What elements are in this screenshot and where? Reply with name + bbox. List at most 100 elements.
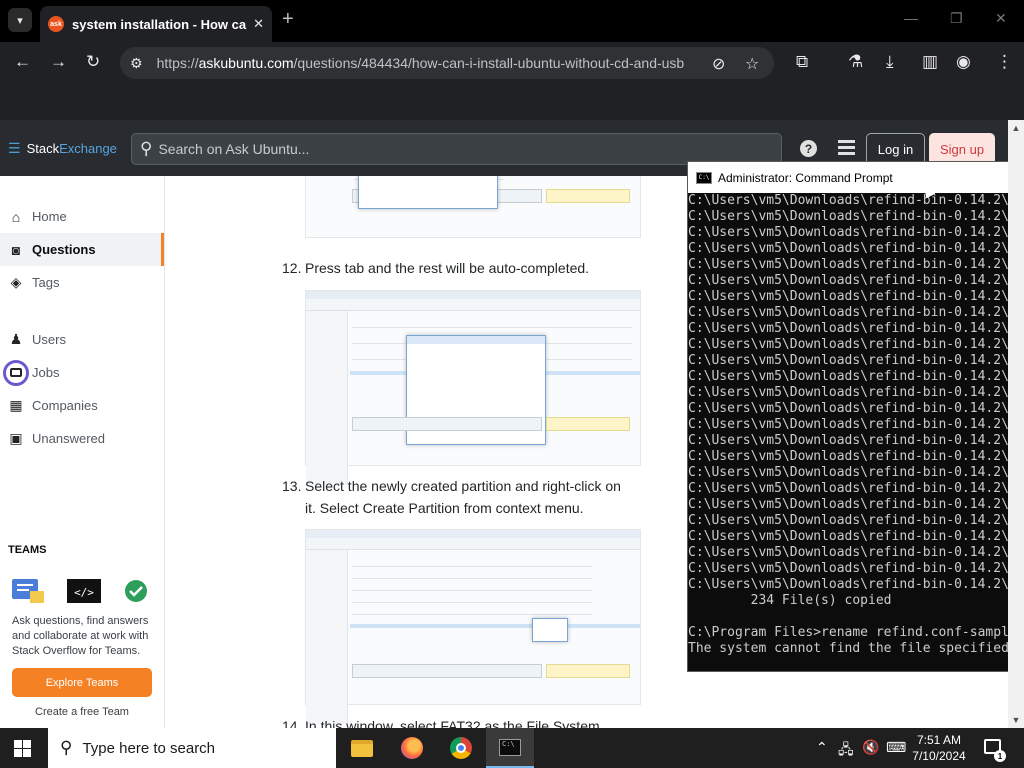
reload-icon[interactable]: ↻ xyxy=(86,52,100,72)
step-12-screenshot xyxy=(305,290,641,485)
step-11-screenshot xyxy=(305,176,641,238)
close-window-icon[interactable]: ✕ xyxy=(995,10,1007,27)
cmd-output-line: C:\Users\vm5\Downloads\refind-bin-0.14.2… xyxy=(688,337,1017,352)
create-free-team-link[interactable]: Create a free Team xyxy=(0,706,164,718)
cmd-output-line: C:\Users\vm5\Downloads\refind-bin-0.14.2… xyxy=(688,305,1017,320)
site-search-box[interactable]: ⚲ xyxy=(131,133,782,165)
browser-tab-active[interactable]: ask system installation - How can I ✕ xyxy=(40,6,272,42)
cmd-output-line: C:\Users\vm5\Downloads\refind-bin-0.14.2… xyxy=(688,513,1017,528)
firefox-taskbar-icon[interactable] xyxy=(388,728,436,768)
cmd-output-line: C:\Users\vm5\Downloads\refind-bin-0.14.2… xyxy=(688,561,1017,576)
new-tab-button[interactable]: + xyxy=(282,8,294,31)
restore-icon[interactable]: ❐ xyxy=(950,10,963,27)
cmd-output-line: C:\Users\vm5\Downloads\refind-bin-0.14.2… xyxy=(688,289,1017,304)
cmd-output-line: C:\Users\vm5\Downloads\refind-bin-0.14.2… xyxy=(688,385,1017,400)
forward-arrow-icon[interactable]: → xyxy=(50,52,67,72)
home-icon: ⌂ xyxy=(11,208,21,225)
command-prompt-title: Administrator: Command Prompt xyxy=(718,170,893,185)
labs-flask-icon[interactable]: ⚗ xyxy=(848,52,863,72)
browser-toolbar: ← → ↻ ⚙ https://askubuntu.com/questions/… xyxy=(0,42,1024,84)
askubuntu-favicon-icon: ask xyxy=(48,16,64,32)
users-icon: ♟ xyxy=(9,331,23,347)
nav-item-tags[interactable]: ◈ Tags xyxy=(0,266,164,299)
nav-item-questions[interactable]: ◙ Questions xyxy=(0,233,164,266)
answer-content: 12. Press tab and the rest will be auto-… xyxy=(166,176,686,728)
nav-item-home[interactable]: ⌂ Home xyxy=(0,200,164,233)
nav-item-unanswered[interactable]: ▣ Unanswered xyxy=(0,422,164,455)
address-bar[interactable]: ⚙ https://askubuntu.com/questions/484434… xyxy=(120,47,774,79)
back-arrow-icon[interactable]: ← xyxy=(14,52,31,72)
ime-icon[interactable]: ⌨ xyxy=(886,739,906,756)
minimize-icon[interactable]: — xyxy=(904,10,918,26)
file-explorer-taskbar-icon[interactable] xyxy=(338,728,386,768)
cmd-output-line: C:\Users\vm5\Downloads\refind-bin-0.14.2… xyxy=(688,241,1017,256)
cmd-output-line: C:\Users\vm5\Downloads\refind-bin-0.14.2… xyxy=(688,481,1017,496)
cmd-window-icon: C:\ xyxy=(696,171,712,184)
cmd-output-line: C:\Users\vm5\Downloads\refind-bin-0.14.2… xyxy=(688,545,1017,560)
cmd-output-line: C:\Users\vm5\Downloads\refind-bin-0.14.2… xyxy=(688,209,1017,224)
stackexchange-logo[interactable]: ☰ Stack Exchange xyxy=(8,140,117,157)
nav-item-jobs[interactable]: Jobs xyxy=(0,356,164,389)
cmd-output-line: C:\Users\vm5\Downloads\refind-bin-0.14.2… xyxy=(688,193,1017,208)
explore-teams-button[interactable]: Explore Teams xyxy=(12,668,152,697)
tag-icon: ◈ xyxy=(10,274,22,290)
url-text[interactable]: https://askubuntu.com/questions/484434/h… xyxy=(157,55,705,71)
tab-title: system installation - How can I xyxy=(72,16,248,32)
cmd-output-line: 234 File(s) copied xyxy=(688,593,892,608)
taskbar-search-placeholder: Type here to search xyxy=(82,739,216,757)
taskbar-search-box[interactable]: ⚲ Type here to search xyxy=(48,728,336,768)
svg-text:</>: </> xyxy=(74,586,94,599)
teams-heading: TEAMS xyxy=(8,544,47,556)
nav-item-companies[interactable]: ▦ Companies xyxy=(0,389,164,422)
tab-close-icon[interactable]: ✕ xyxy=(253,16,264,32)
questions-icon: ◙ xyxy=(11,241,21,258)
building-icon: ▦ xyxy=(9,397,23,413)
show-hidden-icons-chevron-icon[interactable]: ⌃ xyxy=(816,739,828,756)
windows-start-icon[interactable] xyxy=(14,740,31,757)
command-prompt-window[interactable]: C:\ Administrator: Command Prompt C:\Use… xyxy=(687,161,1024,672)
download-icon[interactable]: ⤓ xyxy=(886,52,894,72)
briefcase-icon xyxy=(3,359,29,386)
cmd-output-line: C:\Users\vm5\Downloads\refind-bin-0.14.2… xyxy=(688,529,1017,544)
bookmark-star-icon[interactable]: ☆ xyxy=(745,54,759,74)
clock-date: 7/10/2024 xyxy=(912,749,966,763)
nav-item-users[interactable]: ♟ Users xyxy=(0,323,164,356)
command-prompt-output[interactable]: C:\Users\vm5\Downloads\refind-bin-0.14.2… xyxy=(688,193,1023,671)
teams-illustration-icon: </> xyxy=(12,579,147,603)
cmd-output-line: C:\Users\vm5\Downloads\refind-bin-0.14.2… xyxy=(688,225,1017,240)
left-sidebar: ⌂ Home ◙ Questions ◈ Tags ♟ Users Jobs ▦ Comp… xyxy=(0,176,165,728)
scroll-up-arrow-icon[interactable]: ▲ xyxy=(1008,120,1024,136)
cmd-output-line: C:\Users\vm5\Downloads\refind-bin-0.14.2… xyxy=(688,497,1017,512)
chrome-taskbar-icon[interactable] xyxy=(437,728,485,768)
cmd-output-line: C:\Users\vm5\Downloads\refind-bin-0.14.2… xyxy=(688,257,1017,272)
extensions-icon[interactable]: ⧉ xyxy=(796,52,808,72)
taskbar-clock[interactable]: 7:51 AM 7/10/2024 xyxy=(906,732,972,764)
cmd-output-line: C:\Users\vm5\Downloads\refind-bin-0.14.2… xyxy=(688,369,1017,384)
unanswered-icon: ▣ xyxy=(9,430,23,446)
command-prompt-titlebar[interactable]: C:\ Administrator: Command Prompt xyxy=(688,162,1023,193)
teams-description: Ask questions, find answers and collabor… xyxy=(12,615,149,657)
clock-time: 7:51 AM xyxy=(916,733,962,747)
site-switcher-icon[interactable] xyxy=(838,140,855,155)
profile-avatar-icon[interactable]: ◉ xyxy=(956,52,971,72)
network-icon[interactable]: 🖧 xyxy=(838,739,854,763)
help-icon[interactable]: ? xyxy=(800,140,817,157)
hamburger-icon[interactable]: ☰ xyxy=(8,140,21,157)
step-13-screenshot xyxy=(305,529,641,724)
side-panel-icon[interactable]: ▥ xyxy=(922,52,938,72)
scroll-down-arrow-icon[interactable]: ▼ xyxy=(1008,712,1024,728)
eye-off-icon[interactable]: ⊘ xyxy=(712,54,725,74)
cmd-output-line: C:\Users\vm5\Downloads\refind-bin-0.14.2… xyxy=(688,321,1017,336)
page-scrollbar[interactable] xyxy=(1008,136,1024,712)
cmd-output-line: C:\Users\vm5\Downloads\refind-bin-0.14.2… xyxy=(688,401,1017,416)
search-icon: ⚲ xyxy=(60,738,73,757)
cmd-output-line: The system cannot find the file specifie… xyxy=(688,641,1017,656)
cmd-output-line: C:\Users\vm5\Downloads\refind-bin-0.14.2… xyxy=(688,417,1017,432)
site-search-input[interactable] xyxy=(158,141,759,157)
volume-muted-icon[interactable]: 🔇 xyxy=(862,739,879,756)
menu-kebab-icon[interactable]: ⋮ xyxy=(996,52,1013,72)
cmd-output-line: C:\Users\vm5\Downloads\refind-bin-0.14.2… xyxy=(688,273,1017,288)
tab-search-button[interactable]: ▾ xyxy=(8,8,32,32)
site-info-icon[interactable]: ⚙ xyxy=(130,55,143,72)
command-prompt-taskbar-icon[interactable]: C:\ xyxy=(486,728,534,768)
